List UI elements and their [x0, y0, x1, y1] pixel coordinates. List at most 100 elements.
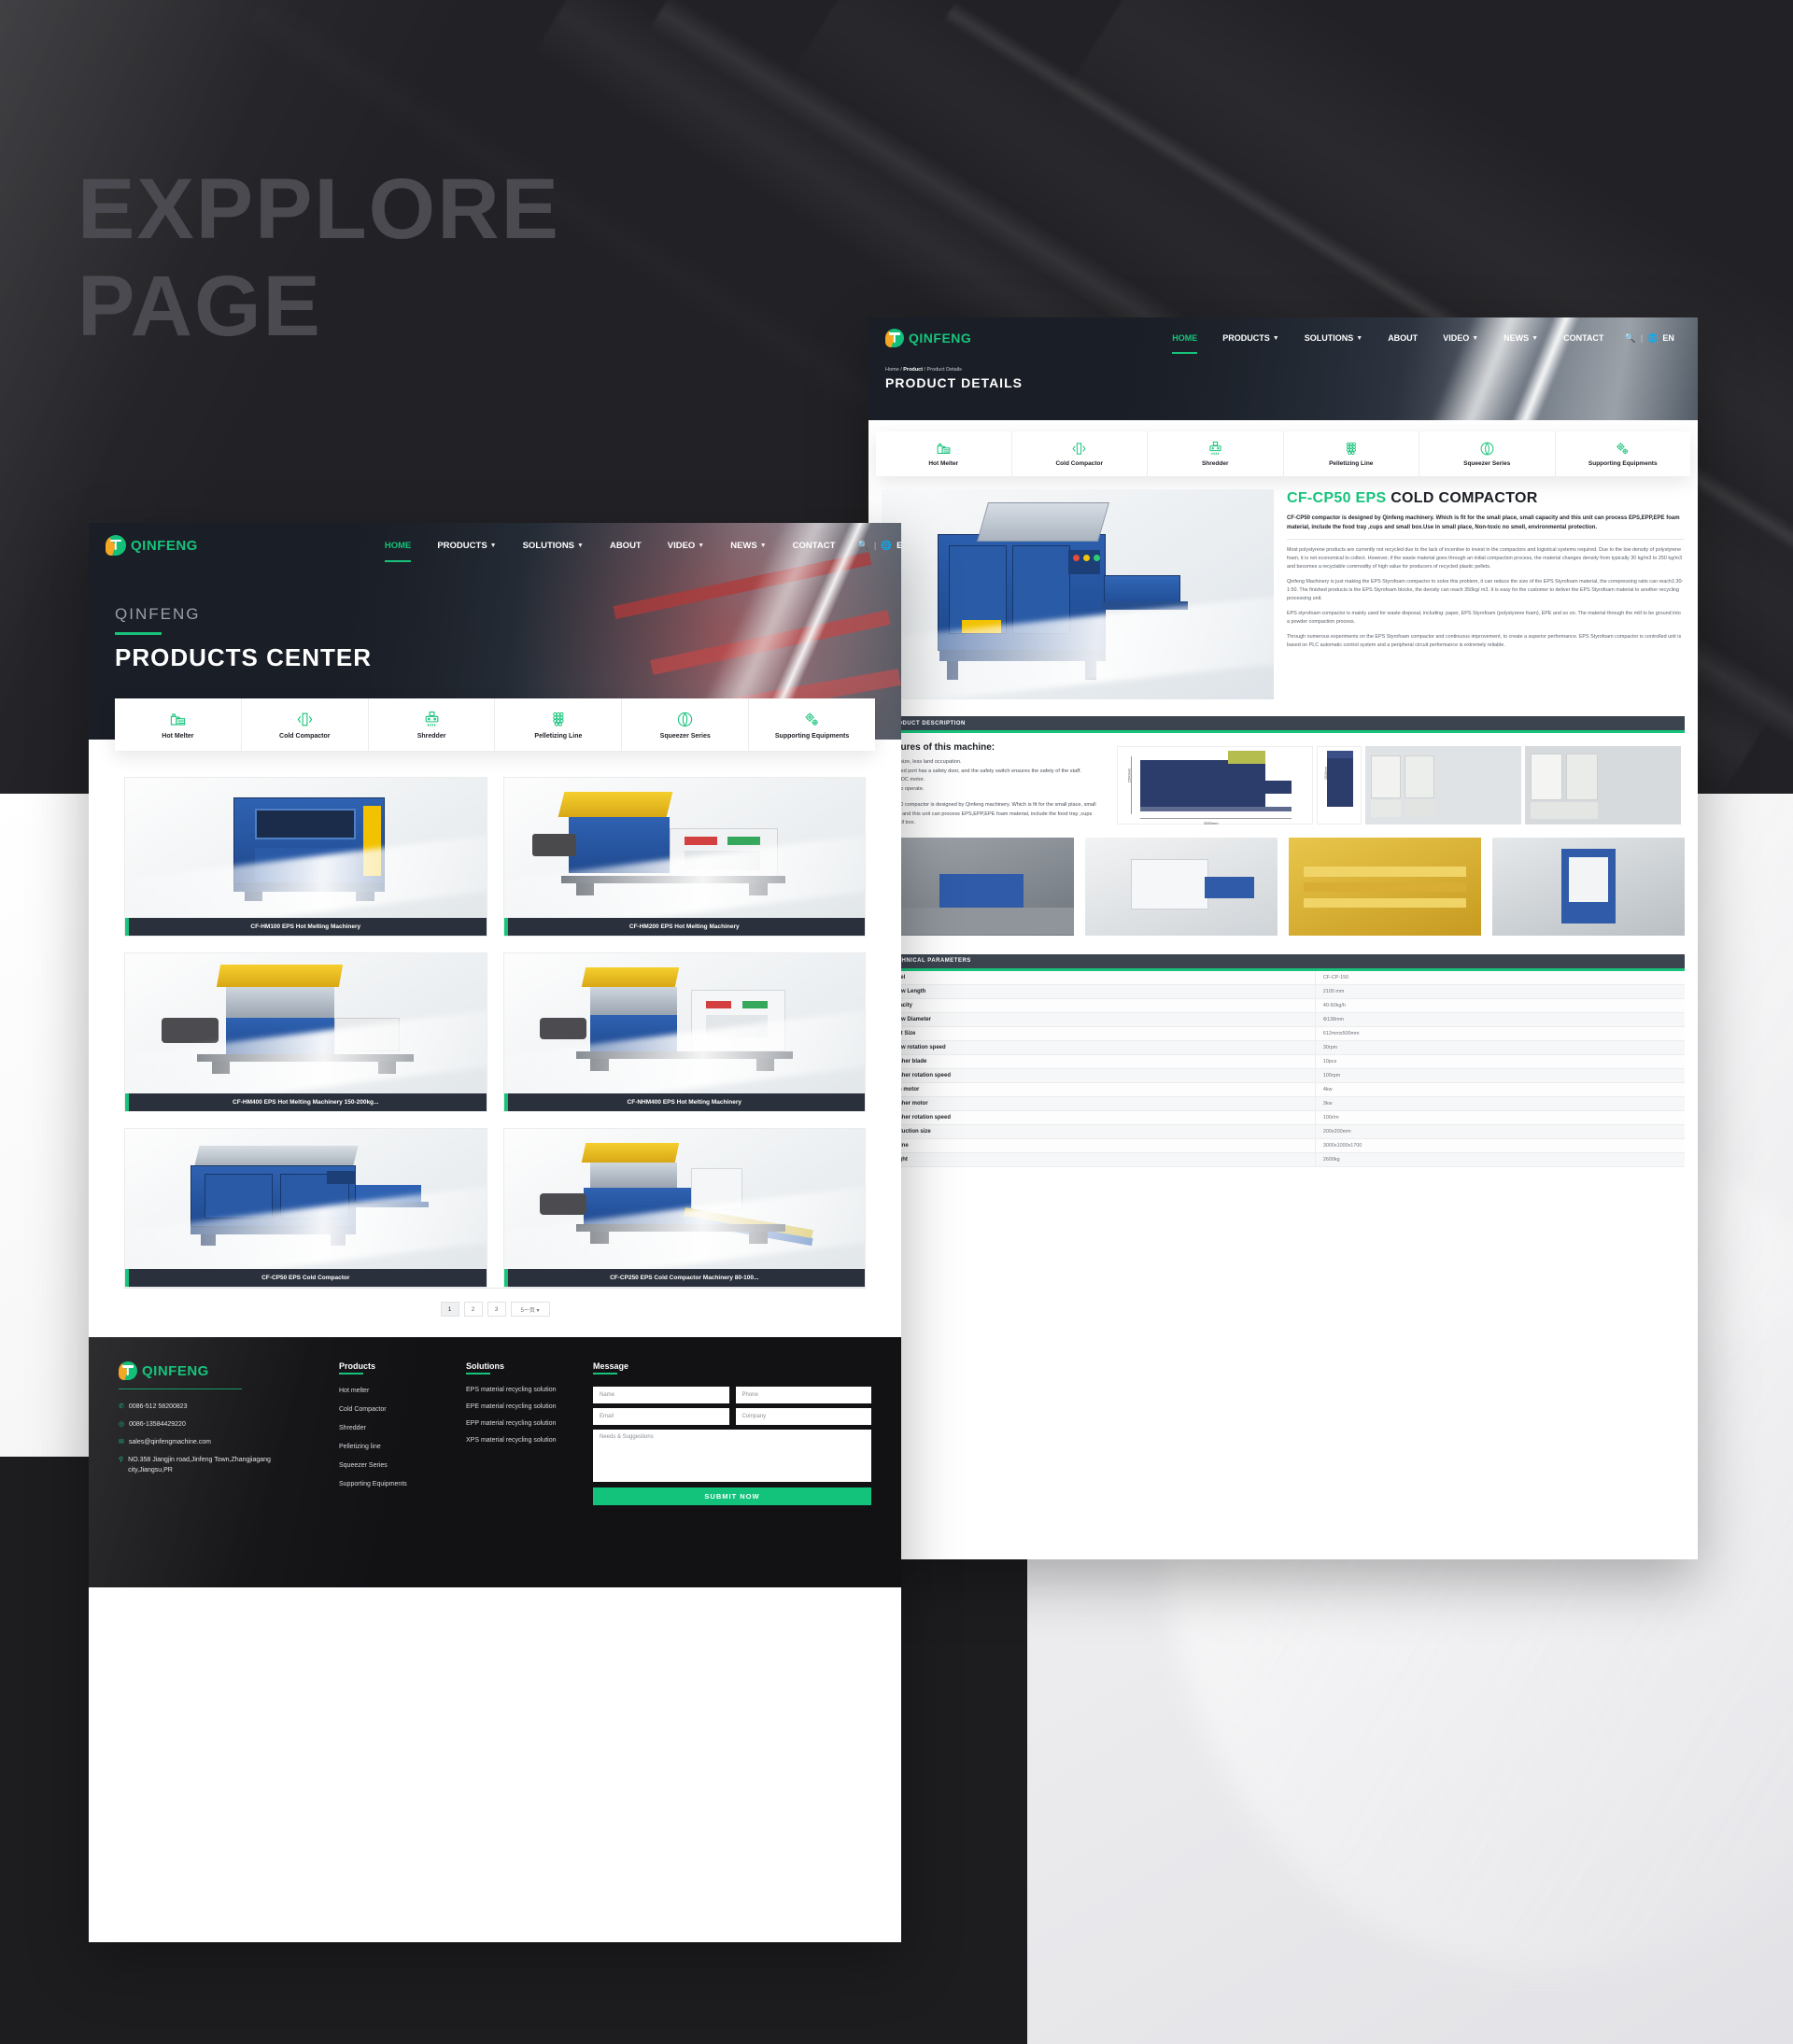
email-field[interactable]: Email	[593, 1408, 729, 1425]
nav-item-products[interactable]: PRODUCTS ▼	[437, 541, 496, 551]
nav-item-news[interactable]: NEWS ▼	[1504, 333, 1538, 343]
product-card[interactable]: CF-CP250 EPS Cold Compactor Machinery 80…	[502, 1128, 866, 1288]
footer-contact-item[interactable]: ⚲ NO.358 Jiangjin road,Jinfeng Town,Zhang…	[119, 1455, 315, 1475]
category-tab-shredder[interactable]: Shredder	[368, 698, 496, 751]
eps-bales-photo[interactable]	[1365, 746, 1521, 825]
site-footer: QINFENG ✆ 0086-512 58200823 ◎ 0086-13584429…	[89, 1337, 901, 1587]
globe-icon[interactable]: 🌐	[1647, 333, 1658, 344]
product-card-image[interactable]	[503, 1129, 865, 1269]
product-card[interactable]: CF-NHM400 EPS Hot Melting Machinery	[502, 952, 866, 1112]
product-details-window[interactable]: QINFENG HOME PRODUCTS ▼ SOLUTIONS ▼ ABOUT …	[868, 317, 1698, 1559]
name-field[interactable]: Name	[593, 1387, 729, 1403]
param-value: 200x200mm	[1314, 1124, 1685, 1139]
nav-item-about[interactable]: ABOUT	[610, 541, 642, 551]
footer-product-link[interactable]: Pelletizing line	[339, 1442, 442, 1452]
footer-product-link[interactable]: Squeezer Series	[339, 1460, 442, 1471]
language-label[interactable]: EN	[1662, 333, 1674, 343]
param-value: 4kw	[1314, 1082, 1685, 1097]
search-icon[interactable]: 🔍	[1624, 333, 1635, 344]
nav-item-solutions[interactable]: SOLUTIONS ▼	[523, 541, 584, 551]
pagination-page-1[interactable]: 1	[440, 1302, 459, 1317]
needs-suggestions-field[interactable]: Needs & Suggestions	[593, 1430, 871, 1482]
footer-product-link[interactable]: Shredder	[339, 1423, 442, 1433]
category-tab-hot-melter[interactable]: Hot Melter	[115, 698, 242, 751]
product-card[interactable]: CF-HM400 EPS Hot Melting Machinery 150-2…	[124, 952, 487, 1112]
product-card-image[interactable]	[503, 953, 865, 1093]
category-tab-pelletizing-line[interactable]: Pelletizing Line	[1283, 431, 1419, 476]
footer-solution-link[interactable]: XPS material recycling solution	[466, 1436, 569, 1445]
nav-item-video[interactable]: VIDEO ▼	[668, 541, 705, 551]
product-main-image[interactable]	[882, 489, 1274, 699]
footer-solution-link[interactable]: EPE material recycling solution	[466, 1403, 569, 1412]
product-lead: CF-CP50 compactor is designed by Qinfeng…	[1287, 515, 1685, 540]
globe-icon[interactable]: 🌐	[881, 541, 892, 551]
product-card[interactable]: CF-HM100 EPS Hot Melting Machinery	[124, 777, 487, 937]
nav-item-home[interactable]: HOME	[1172, 333, 1198, 354]
eps-bales-photo-2[interactable]	[1525, 746, 1681, 825]
product-card-image[interactable]	[503, 778, 865, 918]
mail-icon: ✉	[119, 1439, 124, 1445]
technical-drawing[interactable]: 1500mm 3550mm	[1117, 746, 1313, 825]
submit-button[interactable]: SUBMIT NOW	[593, 1487, 871, 1505]
category-tab-squeezer-series[interactable]: Squeezer Series	[1419, 431, 1556, 476]
company-field[interactable]: Company	[735, 1408, 871, 1425]
category-tab-hot-melter[interactable]: Hot Melter	[876, 431, 1012, 476]
nav-item-contact[interactable]: CONTACT	[793, 541, 836, 551]
pagination-page-3[interactable]: 3	[487, 1302, 506, 1317]
site-logo[interactable]: QINFENG	[885, 329, 971, 347]
nav-item-about[interactable]: ABOUT	[1388, 333, 1418, 343]
nav-item-news[interactable]: NEWS ▼	[730, 541, 766, 551]
phone-field[interactable]: Phone	[735, 1387, 871, 1403]
gallery-photo-machine-rear[interactable]	[1085, 837, 1278, 936]
search-icon[interactable]: 🔍	[857, 541, 868, 551]
category-tab-shredder[interactable]: Shredder	[1148, 431, 1284, 476]
pagination-wrap: 1 2 3 5一页 ▾	[124, 1288, 866, 1317]
category-tab-pelletizing-line[interactable]: Pelletizing Line	[495, 698, 623, 751]
product-card-image[interactable]	[125, 778, 487, 918]
technical-drawing-side[interactable]: 1510mm	[1317, 746, 1362, 825]
product-card[interactable]: CF-CP50 EPS Cold Compactor	[124, 1128, 487, 1288]
product-card-caption: CF-HM100 EPS Hot Melting Machinery	[125, 918, 487, 936]
category-tab-squeezer-series[interactable]: Squeezer Series	[622, 698, 750, 751]
pagination-page-2[interactable]: 2	[463, 1302, 483, 1317]
footer-contact-item[interactable]: ◎ 0086-13584429220	[119, 1419, 315, 1430]
param-key: Crusher motor	[882, 1096, 1316, 1111]
footer-product-link[interactable]: Supporting Equipments	[339, 1479, 442, 1489]
product-card-image[interactable]	[125, 1129, 487, 1269]
product-card-image[interactable]	[125, 953, 487, 1093]
nav-item-solutions[interactable]: SOLUTIONS ▼	[1305, 333, 1362, 343]
breadcrumb-home[interactable]: Home	[885, 367, 899, 373]
feature-item-1: 1.Small size, less land occupation.	[882, 759, 962, 765]
category-tab-cold-compactor[interactable]: Cold Compactor	[241, 698, 369, 751]
nav-item-home[interactable]: HOME	[384, 541, 411, 562]
nav-item-products[interactable]: PRODUCTS ▼	[1222, 333, 1278, 343]
param-key: Crusher blade	[882, 1054, 1316, 1069]
category-label: Hot Melter	[162, 732, 194, 740]
gallery-photo-block-output[interactable]	[1492, 837, 1685, 936]
pagination-per-page-select[interactable]: 5一页 ▾	[510, 1302, 550, 1317]
footer-logo[interactable]: QINFENG	[119, 1361, 315, 1380]
language-label[interactable]: EN	[896, 541, 901, 551]
footer-solution-link[interactable]: EPP material recycling solution	[466, 1419, 569, 1429]
footer-contact-item[interactable]: ✉ sales@qinfengmachine.com	[119, 1437, 315, 1447]
category-tab-supporting-equipments[interactable]: Supporting Equipments	[749, 698, 875, 751]
detail-nav-links: HOME PRODUCTS ▼ SOLUTIONS ▼ ABOUT VIDEO ▼ N…	[1172, 333, 1603, 354]
footer-solution-link[interactable]: EPS material recycling solution	[466, 1386, 569, 1395]
breadcrumb-product[interactable]: Product	[903, 367, 923, 373]
footer-products-list: Hot melter Cold Compactor Shredder Pelletiz…	[339, 1386, 442, 1489]
nav-item-video[interactable]: VIDEO ▼	[1443, 333, 1478, 343]
product-card[interactable]: CF-HM200 EPS Hot Melting Machinery	[502, 777, 866, 937]
category-tab-cold-compactor[interactable]: Cold Compactor	[1011, 431, 1148, 476]
footer-contact-item[interactable]: ✆ 0086-512 58200823	[119, 1402, 315, 1412]
category-tab-supporting-equipments[interactable]: Supporting Equipments	[1555, 431, 1690, 476]
gallery-photo-foam-strands[interactable]	[1289, 837, 1481, 936]
gallery-photo-factory[interactable]	[882, 837, 1074, 936]
site-logo[interactable]: QINFENG	[106, 535, 198, 556]
squeezer-series-icon	[1479, 441, 1495, 457]
footer-product-link[interactable]: Cold Compactor	[339, 1404, 442, 1415]
param-value: 3kw	[1314, 1096, 1685, 1111]
nav-item-contact[interactable]: CONTACT	[1563, 333, 1603, 343]
hot-melter-icon	[936, 441, 952, 457]
footer-product-link[interactable]: Hot melter	[339, 1386, 442, 1396]
products-center-window[interactable]: QINFENG HOME PRODUCTS ▼ SOLUTIONS ▼ ABOUT …	[89, 523, 901, 1942]
